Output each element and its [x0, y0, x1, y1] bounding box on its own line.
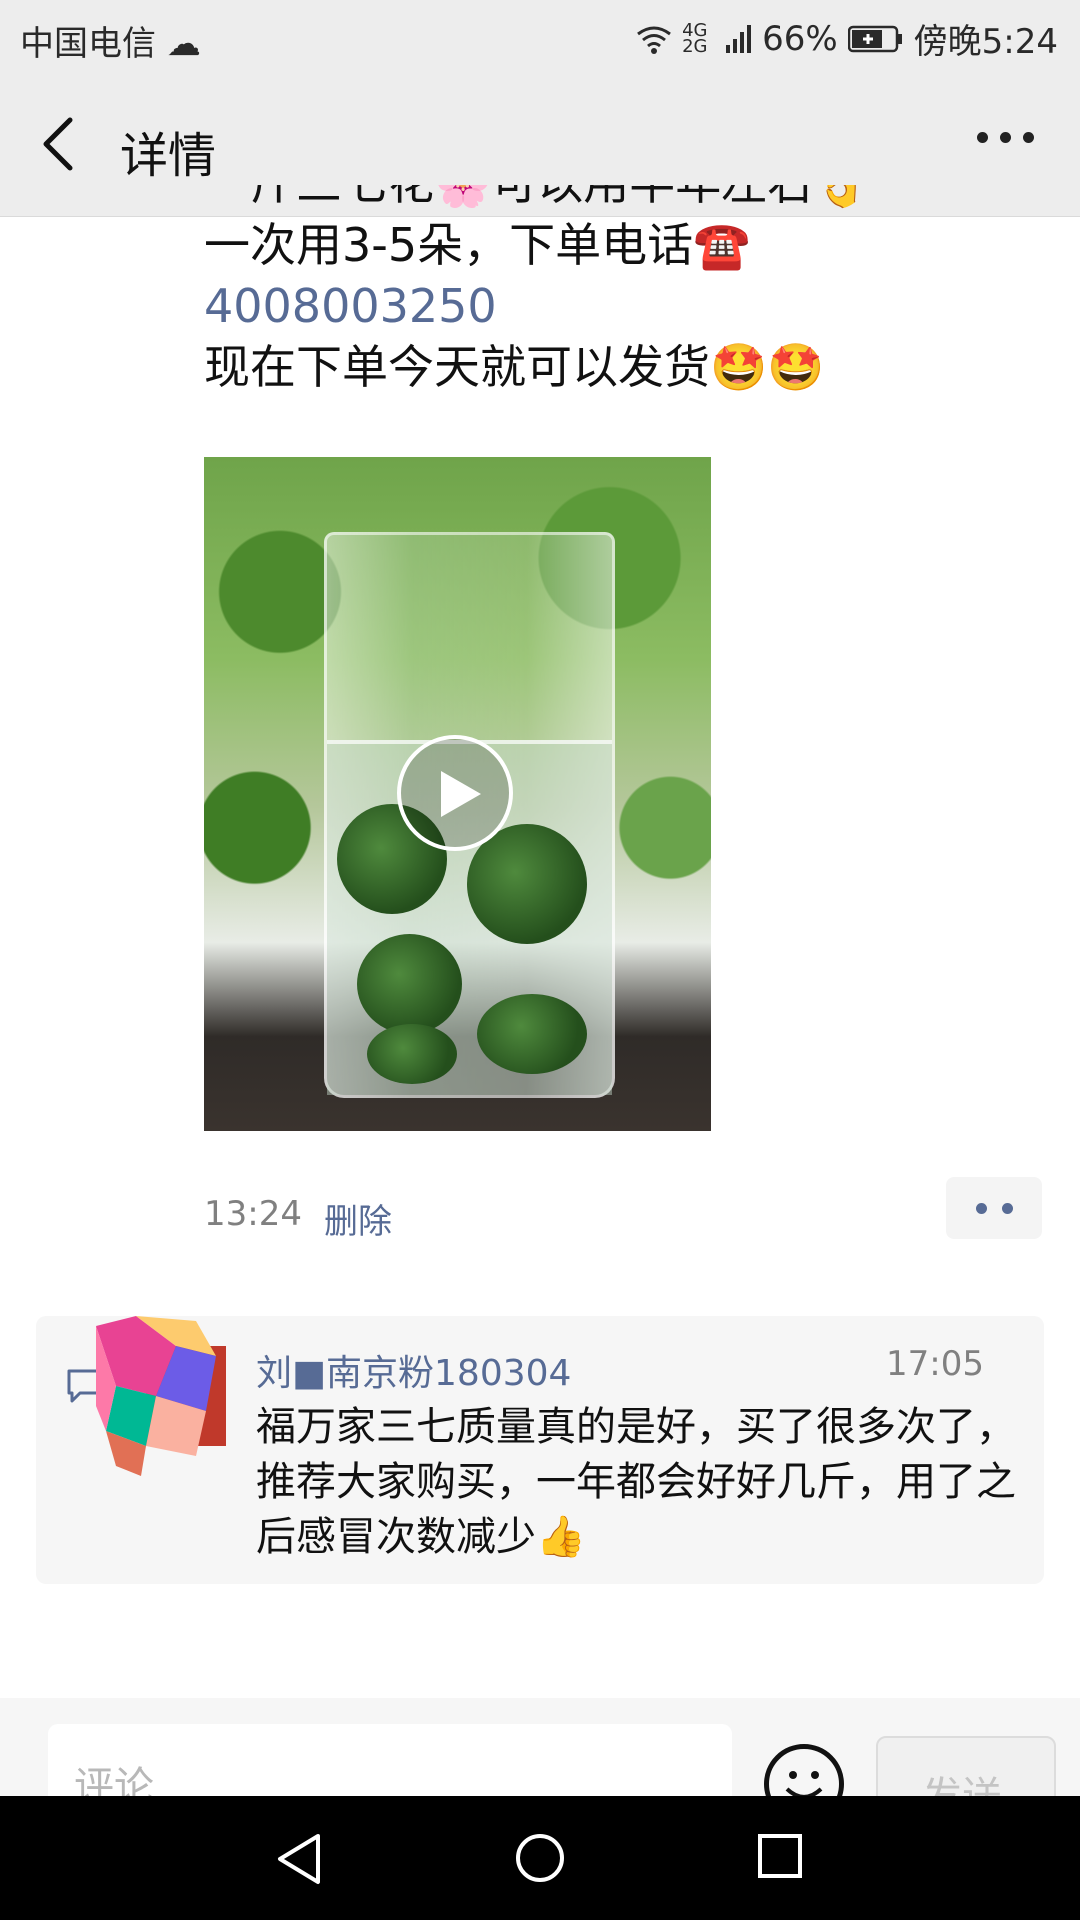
dot-icon [976, 1203, 987, 1214]
play-icon [441, 771, 481, 817]
back-button[interactable] [34, 114, 86, 174]
comment-input-placeholder: 评论 [74, 1764, 154, 1796]
like-comment-button[interactable] [946, 1177, 1042, 1239]
post-text-clipped-line: 一斤三七花🌸可以用半年左右👌 [204, 185, 1024, 216]
comment-section: 刘■南京粉180304 17:05 福万家三七质量真的是好，买了很多次了，推荐大… [36, 1316, 1044, 1584]
chevron-left-icon [43, 117, 73, 171]
phone-link[interactable]: 4008003250 [204, 276, 1024, 337]
smiley-icon [785, 1771, 823, 1796]
status-icons: 4G 2G 66% 傍晚5:24 [636, 14, 1058, 63]
comment-author[interactable]: 刘■南京粉180304 [256, 1344, 571, 1396]
system-nav-bar [0, 1796, 1080, 1920]
more-options-button[interactable] [977, 132, 1034, 143]
cloud-sync-icon: ☁ [166, 24, 201, 64]
wifi-icon [637, 26, 671, 54]
signal-icon [726, 24, 752, 53]
comment-text: 福万家三七质量真的是好，买了很多次了，推荐大家购买，一年都会好好几斤，用了之后感… [256, 1404, 1016, 1560]
post-timestamp: 13:24 [204, 1194, 302, 1234]
home-nav-icon[interactable] [514, 1832, 566, 1884]
status-bar: 中国电信 ☁ 4G 2G 66% 傍晚5:24 [0, 0, 1080, 74]
post-text-line: 一次用3-5朵，下单电话☎️ [204, 218, 751, 272]
avatar-icon [96, 1316, 226, 1476]
post-text-line: 现在下单今天就可以发货🤩🤩 [204, 340, 825, 394]
more-dot-icon [1023, 132, 1034, 143]
more-dot-icon [1000, 132, 1011, 143]
comment-input[interactable]: 评论 [48, 1724, 732, 1796]
clock: 傍晚5:24 [913, 22, 1058, 62]
comment-input-bar: 评论 发送 [0, 1698, 1080, 1796]
dot-icon [1002, 1203, 1013, 1214]
battery-icon [847, 25, 902, 52]
emoji-button[interactable] [764, 1744, 844, 1796]
avatar[interactable] [96, 1316, 236, 1476]
play-button[interactable] [397, 735, 513, 851]
recents-nav-icon[interactable] [756, 1832, 804, 1880]
send-button[interactable]: 发送 [876, 1736, 1056, 1796]
comment-timestamp: 17:05 [886, 1344, 984, 1384]
battery-percent: 66% [762, 18, 838, 59]
delete-button[interactable]: 删除 [324, 1194, 392, 1243]
page-title: 详情 [120, 128, 217, 184]
carrier-label: 中国电信 ☁ [20, 24, 201, 64]
network-type: 4G 2G [682, 19, 708, 57]
more-dot-icon [977, 132, 988, 143]
video-thumbnail[interactable] [204, 457, 711, 1131]
post-text: 一次用3-5朵，下单电话☎️ 4008003250 现在下单今天就可以发货🤩🤩 [204, 215, 1024, 398]
back-nav-icon[interactable] [274, 1832, 324, 1886]
